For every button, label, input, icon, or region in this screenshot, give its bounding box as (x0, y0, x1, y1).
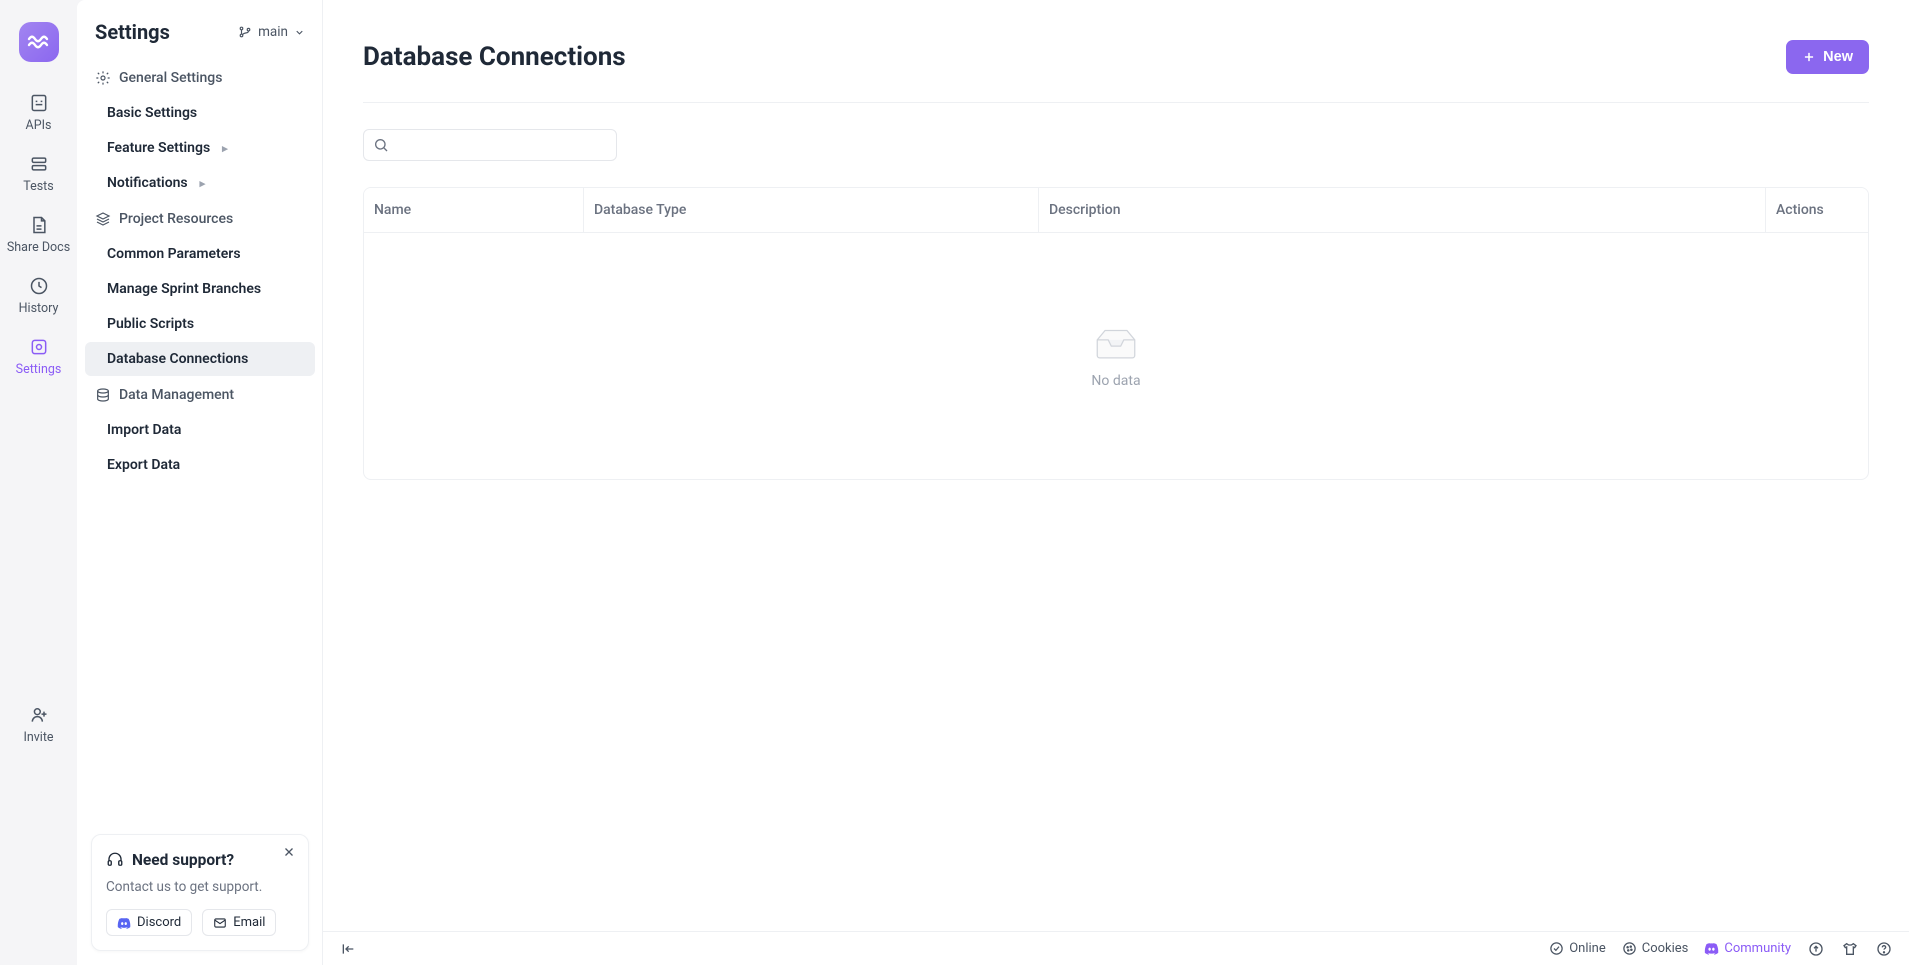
apis-icon (28, 92, 50, 114)
cookie-icon (1622, 941, 1637, 956)
rail-item-settings[interactable]: Settings (0, 336, 77, 377)
nav-basic-settings[interactable]: Basic Settings (85, 96, 315, 130)
rail-item-invite[interactable]: Invite (0, 704, 77, 745)
col-actions: Actions (1766, 188, 1868, 232)
app-logo[interactable] (19, 22, 59, 62)
nav-notifications[interactable]: Notifications▸ (85, 166, 315, 200)
gear-icon (95, 70, 111, 86)
col-description: Description (1039, 188, 1766, 232)
support-card: Need support? Contact us to get support.… (91, 834, 309, 951)
discord-icon (1704, 941, 1719, 956)
shirt-button[interactable] (1841, 940, 1859, 958)
shirt-icon (1842, 941, 1858, 957)
settings-icon (28, 336, 50, 358)
close-icon (282, 845, 296, 859)
footer-cookies[interactable]: Cookies (1622, 941, 1689, 956)
main-content: Database Connections New Name Database T… (323, 0, 1909, 965)
settings-title: Settings (95, 20, 170, 44)
footer-community[interactable]: Community (1704, 941, 1791, 956)
database-icon (95, 387, 111, 403)
upload-button[interactable] (1807, 940, 1825, 958)
logo-icon (26, 29, 52, 55)
support-title: Need support? (132, 851, 234, 869)
empty-state: No data (364, 233, 1868, 479)
search-input[interactable] (363, 129, 617, 161)
rail-label: History (19, 301, 59, 316)
rail-label: Invite (23, 730, 53, 745)
close-button[interactable] (280, 843, 298, 861)
section-label: Project Resources (119, 211, 233, 227)
rail-item-apis[interactable]: APIs (0, 92, 77, 133)
invite-icon (28, 704, 50, 726)
rail-label: Share Docs (7, 240, 70, 255)
search-wrap (363, 129, 617, 161)
upload-icon (1808, 941, 1824, 957)
divider (363, 102, 1869, 103)
nav-feature-settings[interactable]: Feature Settings▸ (85, 131, 315, 165)
chevron-right-icon: ▸ (200, 177, 206, 190)
settings-sidebar: Settings main General Settings Basic Set… (77, 0, 323, 965)
branch-name: main (258, 24, 288, 40)
status-online[interactable]: Online (1549, 941, 1606, 956)
empty-box-icon (1091, 323, 1141, 363)
rail-item-share-docs[interactable]: Share Docs (0, 214, 77, 255)
search-icon (373, 137, 389, 153)
check-circle-icon (1549, 941, 1564, 956)
new-button[interactable]: New (1786, 40, 1869, 74)
nav-manage-sprint-branches[interactable]: Manage Sprint Branches (85, 272, 315, 306)
history-icon (28, 275, 50, 297)
rail-label: Settings (16, 362, 62, 377)
support-subtitle: Contact us to get support. (106, 879, 294, 895)
rail-label: Tests (23, 179, 53, 194)
branch-selector[interactable]: main (238, 24, 305, 40)
rail-label: APIs (26, 118, 52, 133)
nav-section-project-resources: Project Resources (85, 201, 315, 237)
table-header: Name Database Type Description Actions (364, 188, 1868, 233)
plus-icon (1802, 50, 1816, 64)
nav-database-connections[interactable]: Database Connections (85, 342, 315, 376)
nav-import-data[interactable]: Import Data (85, 413, 315, 447)
collapse-sidebar-button[interactable] (339, 940, 357, 958)
email-button[interactable]: Email (202, 909, 276, 936)
rail-item-history[interactable]: History (0, 275, 77, 316)
discord-icon (117, 916, 131, 930)
rail-item-tests[interactable]: Tests (0, 153, 77, 194)
layers-icon (95, 211, 111, 227)
chevron-down-icon (294, 27, 305, 38)
empty-text: No data (1091, 373, 1140, 389)
discord-button[interactable]: Discord (106, 909, 192, 936)
chevron-right-icon: ▸ (222, 142, 228, 155)
tests-icon (28, 153, 50, 175)
headset-icon (106, 851, 124, 869)
section-label: General Settings (119, 70, 222, 86)
email-icon (213, 916, 227, 930)
page-title: Database Connections (363, 42, 626, 72)
status-bar: Online Cookies Community (323, 931, 1909, 965)
help-icon (1876, 941, 1892, 957)
collapse-icon (340, 941, 356, 957)
branch-icon (238, 25, 252, 39)
nav-section-general: General Settings (85, 60, 315, 96)
nav-section-data-management: Data Management (85, 377, 315, 413)
section-label: Data Management (119, 387, 234, 403)
nav-public-scripts[interactable]: Public Scripts (85, 307, 315, 341)
connections-table: Name Database Type Description Actions N… (363, 187, 1869, 480)
col-name: Name (364, 188, 584, 232)
nav-common-parameters[interactable]: Common Parameters (85, 237, 315, 271)
left-rail: APIs Tests Share Docs History Settings (0, 0, 77, 965)
help-button[interactable] (1875, 940, 1893, 958)
col-database-type: Database Type (584, 188, 1039, 232)
nav-export-data[interactable]: Export Data (85, 448, 315, 482)
share-docs-icon (28, 214, 50, 236)
